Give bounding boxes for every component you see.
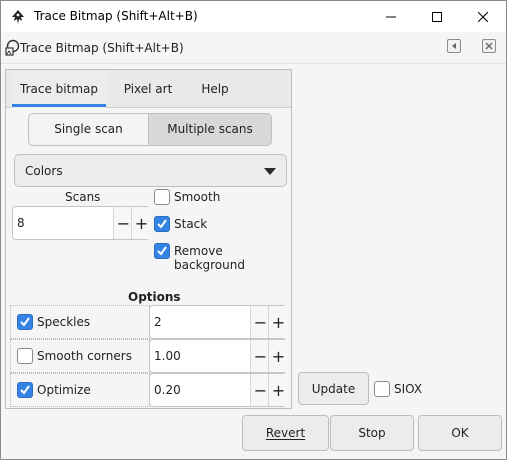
optimize-spinbox: 0.20 − + bbox=[149, 373, 288, 407]
scans-increment-button[interactable]: + bbox=[131, 207, 151, 239]
ok-button[interactable]: OK bbox=[418, 415, 502, 451]
scans-spinbox: 8 − + bbox=[12, 206, 151, 240]
minimize-button[interactable] bbox=[368, 1, 414, 32]
maximize-button[interactable] bbox=[414, 1, 460, 32]
optimize-increment-button[interactable]: + bbox=[268, 374, 288, 406]
minus-icon: − bbox=[116, 213, 131, 233]
plus-icon: + bbox=[271, 380, 286, 400]
active-tab-indicator bbox=[12, 104, 106, 107]
smooth-corners-spinbox: 1.00 − + bbox=[149, 339, 288, 373]
stop-button[interactable]: Stop bbox=[330, 415, 414, 451]
plus-icon: + bbox=[271, 312, 286, 332]
speckles-label: Speckles bbox=[37, 315, 91, 329]
speckles-checkbox[interactable] bbox=[17, 314, 33, 330]
optimize-label: Optimize bbox=[37, 383, 91, 397]
close-icon bbox=[485, 42, 493, 50]
window-title: Trace Bitmap (Shift+Alt+B) bbox=[34, 9, 198, 23]
triangle-left-icon bbox=[452, 43, 456, 49]
smooth-corners-decrement-button[interactable]: − bbox=[250, 340, 270, 372]
checkmark-icon bbox=[20, 385, 30, 395]
optimize-input[interactable]: 0.20 bbox=[154, 383, 181, 397]
multiple-scans-button[interactable]: Multiple scans bbox=[148, 113, 272, 146]
stop-label: Stop bbox=[358, 426, 386, 440]
smooth-corners-label: Smooth corners bbox=[37, 349, 132, 363]
speckles-decrement-button[interactable]: − bbox=[250, 306, 270, 338]
checkmark-icon bbox=[157, 219, 167, 229]
scans-input[interactable]: 8 bbox=[17, 216, 25, 230]
single-scan-button[interactable]: Single scan bbox=[28, 113, 149, 146]
speckles-spinbox: 2 − + bbox=[149, 305, 288, 339]
minus-icon: − bbox=[253, 380, 268, 400]
speckles-input[interactable]: 2 bbox=[154, 315, 162, 329]
optimize-decrement-button[interactable]: − bbox=[250, 374, 270, 406]
checkmark-icon bbox=[157, 246, 167, 256]
options-heading: Options bbox=[128, 290, 181, 304]
smooth-corners-increment-button[interactable]: + bbox=[268, 340, 288, 372]
title-bar[interactable]: Trace Bitmap (Shift+Alt+B) bbox=[1, 1, 506, 32]
trace-panel: Trace bitmap Pixel art Help Single scan … bbox=[5, 69, 292, 409]
trace-bitmap-icon bbox=[5, 39, 20, 56]
plus-icon: + bbox=[134, 213, 149, 233]
close-button[interactable] bbox=[460, 1, 506, 32]
minimize-icon bbox=[386, 16, 396, 17]
mode-dropdown-value: Colors bbox=[25, 164, 63, 178]
close-icon bbox=[478, 11, 488, 22]
smooth-label: Smooth bbox=[174, 190, 221, 204]
siox-checkbox[interactable] bbox=[374, 381, 390, 397]
dock-collapse-button[interactable] bbox=[447, 39, 461, 53]
smooth-checkbox[interactable] bbox=[154, 189, 170, 205]
optimize-checkbox[interactable] bbox=[17, 382, 33, 398]
stack-label: Stack bbox=[174, 217, 208, 231]
minus-icon: − bbox=[253, 312, 268, 332]
remove-background-label: Remove background bbox=[174, 244, 245, 272]
revert-label: Revert bbox=[265, 426, 306, 440]
tab-bar: Trace bitmap Pixel art Help bbox=[6, 70, 291, 108]
update-button[interactable]: Update bbox=[298, 372, 369, 405]
siox-label: SIOX bbox=[394, 382, 423, 396]
tab-help[interactable]: Help bbox=[190, 70, 240, 108]
checkmark-icon bbox=[20, 317, 30, 327]
scans-decrement-button[interactable]: − bbox=[113, 207, 133, 239]
plus-icon: + bbox=[271, 346, 286, 366]
inkscape-icon bbox=[12, 10, 24, 24]
dialog-window: Trace Bitmap (Shift+Alt+B) Trace Bitmap … bbox=[0, 0, 507, 460]
revert-button[interactable]: Revert bbox=[242, 415, 329, 451]
dropdown-arrow-icon bbox=[264, 168, 276, 175]
smooth-corners-checkbox[interactable] bbox=[17, 348, 33, 364]
dock-close-button[interactable] bbox=[482, 39, 496, 53]
remove-background-checkbox[interactable] bbox=[154, 243, 170, 259]
speckles-increment-button[interactable]: + bbox=[268, 306, 288, 338]
minus-icon: − bbox=[253, 346, 268, 366]
stack-checkbox[interactable] bbox=[154, 216, 170, 232]
dock-title: Trace Bitmap (Shift+Alt+B) bbox=[20, 41, 184, 55]
mode-dropdown[interactable]: Colors bbox=[14, 154, 287, 187]
scans-label: Scans bbox=[65, 190, 101, 204]
maximize-icon bbox=[432, 11, 442, 22]
dock-header: Trace Bitmap (Shift+Alt+B) bbox=[1, 32, 506, 64]
smooth-corners-input[interactable]: 1.00 bbox=[154, 349, 181, 363]
tab-pixel-art[interactable]: Pixel art bbox=[114, 70, 182, 108]
tab-trace-bitmap[interactable]: Trace bitmap bbox=[12, 70, 106, 108]
ok-label: OK bbox=[451, 426, 469, 440]
